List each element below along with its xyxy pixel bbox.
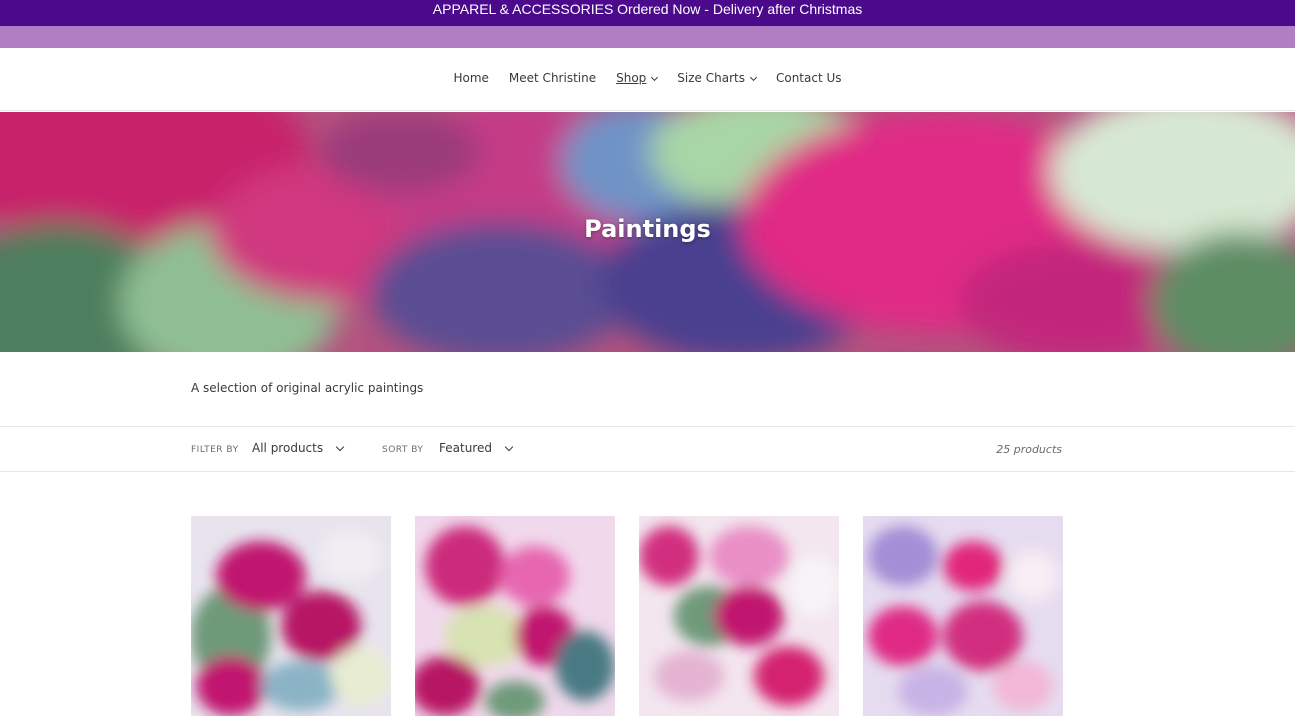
- nav-item-meet-christine[interactable]: Meet Christine: [499, 71, 606, 85]
- sort-select-value: Featured: [439, 441, 492, 455]
- sort-select[interactable]: Featured: [439, 441, 514, 455]
- filter-select-value: All products: [252, 441, 324, 455]
- nav-item-label: Meet Christine: [508, 71, 597, 85]
- product-card[interactable]: [415, 516, 615, 716]
- filter-by-label: FILTER BY: [191, 445, 239, 455]
- product-image: [415, 516, 615, 716]
- main-navigation: Home Meet Christine Shop Size Charts Con…: [0, 48, 1295, 111]
- product-image: [191, 516, 391, 716]
- product-image: [639, 516, 839, 716]
- chevron-down-icon: [335, 442, 345, 452]
- page-title: Paintings: [584, 215, 711, 243]
- product-card[interactable]: [191, 516, 391, 716]
- chevron-down-icon: [749, 73, 758, 81]
- announcement-text: APPAREL & ACCESSORIES Ordered Now - Deli…: [432, 1, 863, 17]
- product-card[interactable]: [639, 516, 839, 716]
- header-band: [0, 26, 1295, 48]
- nav-item-size-charts[interactable]: Size Charts: [667, 71, 766, 85]
- product-card[interactable]: [863, 516, 1063, 716]
- nav-item-label: Home: [453, 71, 489, 85]
- sort-by-label: SORT BY: [382, 445, 424, 455]
- nav-item-label: Size Charts: [677, 71, 745, 85]
- nav-item-contact-us[interactable]: Contact Us: [766, 71, 852, 85]
- product-count: 25 products: [996, 443, 1062, 456]
- announcement-bar: APPAREL & ACCESSORIES Ordered Now - Deli…: [0, 0, 1295, 26]
- chevron-down-icon: [504, 442, 514, 452]
- collection-description: A selection of original acrylic painting…: [191, 381, 424, 395]
- product-image: [863, 516, 1063, 716]
- filter-sort-bar: FILTER BY All products SORT BY Featured …: [0, 426, 1295, 472]
- chevron-down-icon: [651, 73, 659, 81]
- nav-item-label: Shop: [616, 71, 647, 85]
- nav-item-home[interactable]: Home: [443, 71, 498, 85]
- nav-item-label: Contact Us: [775, 71, 842, 85]
- filter-select[interactable]: All products: [252, 441, 345, 455]
- collection-hero-banner: Paintings: [0, 112, 1295, 352]
- nav-item-shop[interactable]: Shop: [606, 71, 667, 85]
